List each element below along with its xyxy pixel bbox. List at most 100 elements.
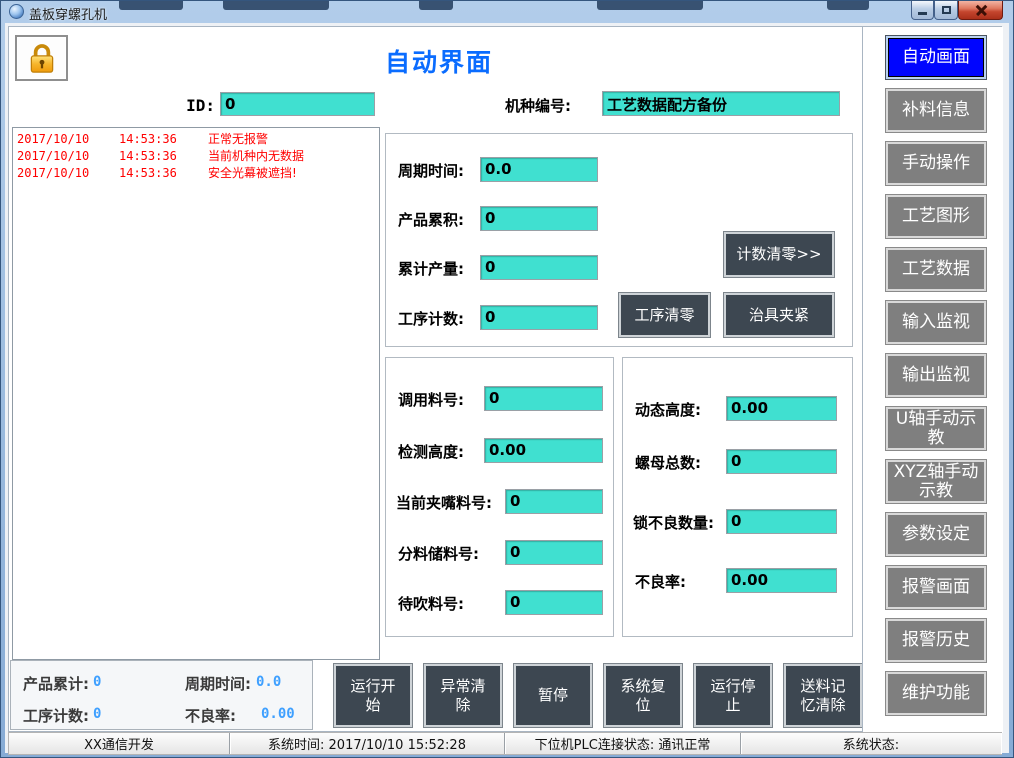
statusbar-system-time: 系统时间: 2017/10/10 15:52:28 (230, 733, 505, 754)
blow-material-field: 0 (505, 590, 603, 615)
maximize-button[interactable] (934, 1, 958, 20)
sidebar-item-process-data[interactable]: 工艺数据 (886, 248, 986, 291)
glass-reflection (419, 1, 453, 10)
summary-defect-rate-value: 0.00 (261, 706, 295, 722)
run-start-button[interactable]: 运行开始 (334, 664, 412, 727)
id-field[interactable]: 0 (220, 92, 375, 116)
alarm-time: 14:53:36 (119, 148, 208, 165)
detect-height-field: 0.00 (484, 438, 603, 463)
page-title: 自动界面 (299, 43, 579, 79)
minimize-button[interactable] (911, 1, 934, 20)
summary-product-accum-value: 0 (93, 674, 101, 690)
defect-rate-field: 0.00 (726, 568, 837, 593)
lock-button[interactable] (15, 35, 68, 81)
sidebar-item-alarm-history[interactable]: 报警历史 (886, 619, 986, 662)
sidebar-item-manual-operation[interactable]: 手动操作 (886, 142, 986, 185)
sidebar-item-u-axis-teach[interactable]: U轴手动示教 (886, 407, 986, 450)
pause-button[interactable]: 暂停 (514, 664, 592, 727)
summary-cycle-time-value: 0.0 (256, 674, 281, 690)
alarm-time: 14:53:36 (119, 131, 208, 148)
statusbar-plc-status: 下位机PLC连接状态: 通讯正常 (505, 733, 741, 754)
process-count-field: 0 (480, 305, 598, 330)
lock-defect-count-field: 0 (726, 509, 837, 534)
dynamic-height-field: 0.00 (726, 396, 837, 421)
alarm-time: 14:53:36 (119, 165, 208, 182)
error-clear-button[interactable]: 异常清除 (424, 664, 502, 727)
nut-total-field: 0 (726, 449, 837, 474)
summary-process-count-label: 工序计数: (23, 705, 89, 726)
system-reset-button[interactable]: 系统复位 (604, 664, 682, 727)
statusbar-company: XX通信开发 (9, 733, 230, 754)
statusbar-system-status: 系统状态: (741, 733, 1001, 754)
sidebar-item-output-monitor[interactable]: 输出监视 (886, 354, 986, 397)
material-storage-label: 分料储料号: (398, 543, 479, 564)
close-button[interactable] (958, 1, 1003, 20)
call-material-field: 0 (484, 386, 603, 411)
product-accum-field: 0 (480, 206, 598, 231)
alarm-row: 2017/10/10 14:53:36 正常无报警 (13, 131, 379, 148)
fixture-clamp-button[interactable]: 治具夹紧 (724, 293, 834, 337)
summary-process-count-value: 0 (93, 706, 101, 722)
alarm-row: 2017/10/10 14:53:36 当前机种内无数据 (13, 148, 379, 165)
sidebar-item-maintenance[interactable]: 维护功能 (886, 672, 986, 715)
glass-reflection (827, 1, 869, 10)
process-count-label: 工序计数: (398, 308, 464, 329)
alarm-message: 安全光幕被遮挡! (208, 165, 297, 182)
id-label: ID: (159, 96, 215, 115)
window-title: 盖板穿螺孔机 (29, 4, 107, 23)
client-area: 自动界面 ID: 0 机种编号: 工艺数据配方备份 2017/10/10 14:… (5, 23, 1009, 753)
minimize-icon (918, 12, 927, 15)
alarm-list[interactable]: 2017/10/10 14:53:36 正常无报警 2017/10/10 14:… (12, 127, 380, 660)
current-clamp-material-field: 0 (505, 489, 603, 514)
current-clamp-material-label: 当前夹嘴料号: (396, 492, 492, 513)
glass-reflection (223, 1, 329, 10)
blow-material-label: 待吹料号: (398, 593, 464, 614)
defect-rate-label: 不良率: (635, 571, 686, 592)
glass-reflection (119, 1, 183, 10)
lock-icon (25, 40, 59, 76)
titlebar: 盖板穿螺孔机 (1, 1, 1013, 23)
run-stop-button[interactable]: 运行停止 (694, 664, 772, 727)
sidebar-item-alarm-screen[interactable]: 报警画面 (886, 566, 986, 609)
feed-memory-clear-button[interactable]: 送料记忆清除 (784, 664, 862, 727)
sidebar-item-parameter-setting[interactable]: 参数设定 (886, 513, 986, 556)
summary-cycle-time-label: 周期时间: (185, 673, 251, 694)
cycle-time-label: 周期时间: (398, 160, 464, 181)
sidebar-item-input-monitor[interactable]: 输入监视 (886, 301, 986, 344)
statusbar: XX通信开发 系统时间: 2017/10/10 15:52:28 下位机PLC连… (8, 732, 1002, 755)
maximize-icon (942, 6, 951, 14)
model-number-label: 机种编号: (505, 95, 571, 116)
call-material-label: 调用料号: (398, 389, 464, 410)
alarm-date: 2017/10/10 (17, 165, 119, 182)
sidebar-item-xyz-axis-teach[interactable]: XYZ轴手动示教 (886, 460, 986, 503)
lock-defect-count-label: 锁不良数量: (633, 512, 714, 533)
dynamic-height-label: 动态高度: (635, 399, 701, 420)
model-number-field[interactable]: 工艺数据配方备份 (602, 91, 840, 116)
main-workspace: 自动界面 ID: 0 机种编号: 工艺数据配方备份 2017/10/10 14:… (8, 26, 1002, 732)
summary-product-accum-label: 产品累计: (23, 673, 89, 694)
nut-total-label: 螺母总数: (635, 452, 701, 473)
total-output-field: 0 (480, 255, 598, 280)
product-accum-label: 产品累积: (398, 209, 464, 230)
app-icon (9, 4, 24, 19)
count-clear-button[interactable]: 计数清零>> (724, 232, 834, 277)
sidebar: 自动画面 补料信息 手动操作 工艺图形 工艺数据 输入监视 输出监视 U轴手动示… (862, 27, 1003, 733)
sidebar-item-process-graphic[interactable]: 工艺图形 (886, 195, 986, 238)
app-window: 盖板穿螺孔机 自动界面 ID: 0 (0, 0, 1014, 758)
total-output-label: 累计产量: (398, 258, 464, 279)
material-panel: 调用料号: 0 检测高度: 0.00 当前夹嘴料号: 0 分料储料号: 0 待吹… (385, 357, 614, 637)
alarm-message: 正常无报警 (208, 131, 268, 148)
process-clear-button[interactable]: 工序清零 (619, 293, 710, 337)
alarm-date: 2017/10/10 (17, 131, 119, 148)
summary-defect-rate-label: 不良率: (185, 705, 236, 726)
cycle-time-field: 0.0 (480, 157, 598, 182)
material-storage-field: 0 (505, 540, 603, 565)
summary-panel: 产品累计: 0 周期时间: 0.0 工序计数: 0 不良率: 0.00 (10, 660, 313, 730)
window-controls (911, 1, 1003, 20)
counter-panel: 周期时间: 0.0 产品累积: 0 累计产量: 0 工序计数: 0 计数清零>>… (385, 133, 853, 347)
alarm-row: 2017/10/10 14:53:36 安全光幕被遮挡! (13, 165, 379, 182)
detect-height-label: 检测高度: (398, 441, 464, 462)
sidebar-item-auto-screen[interactable]: 自动画面 (886, 36, 986, 79)
glass-reflection (597, 1, 703, 10)
sidebar-item-refill-info[interactable]: 补料信息 (886, 89, 986, 132)
